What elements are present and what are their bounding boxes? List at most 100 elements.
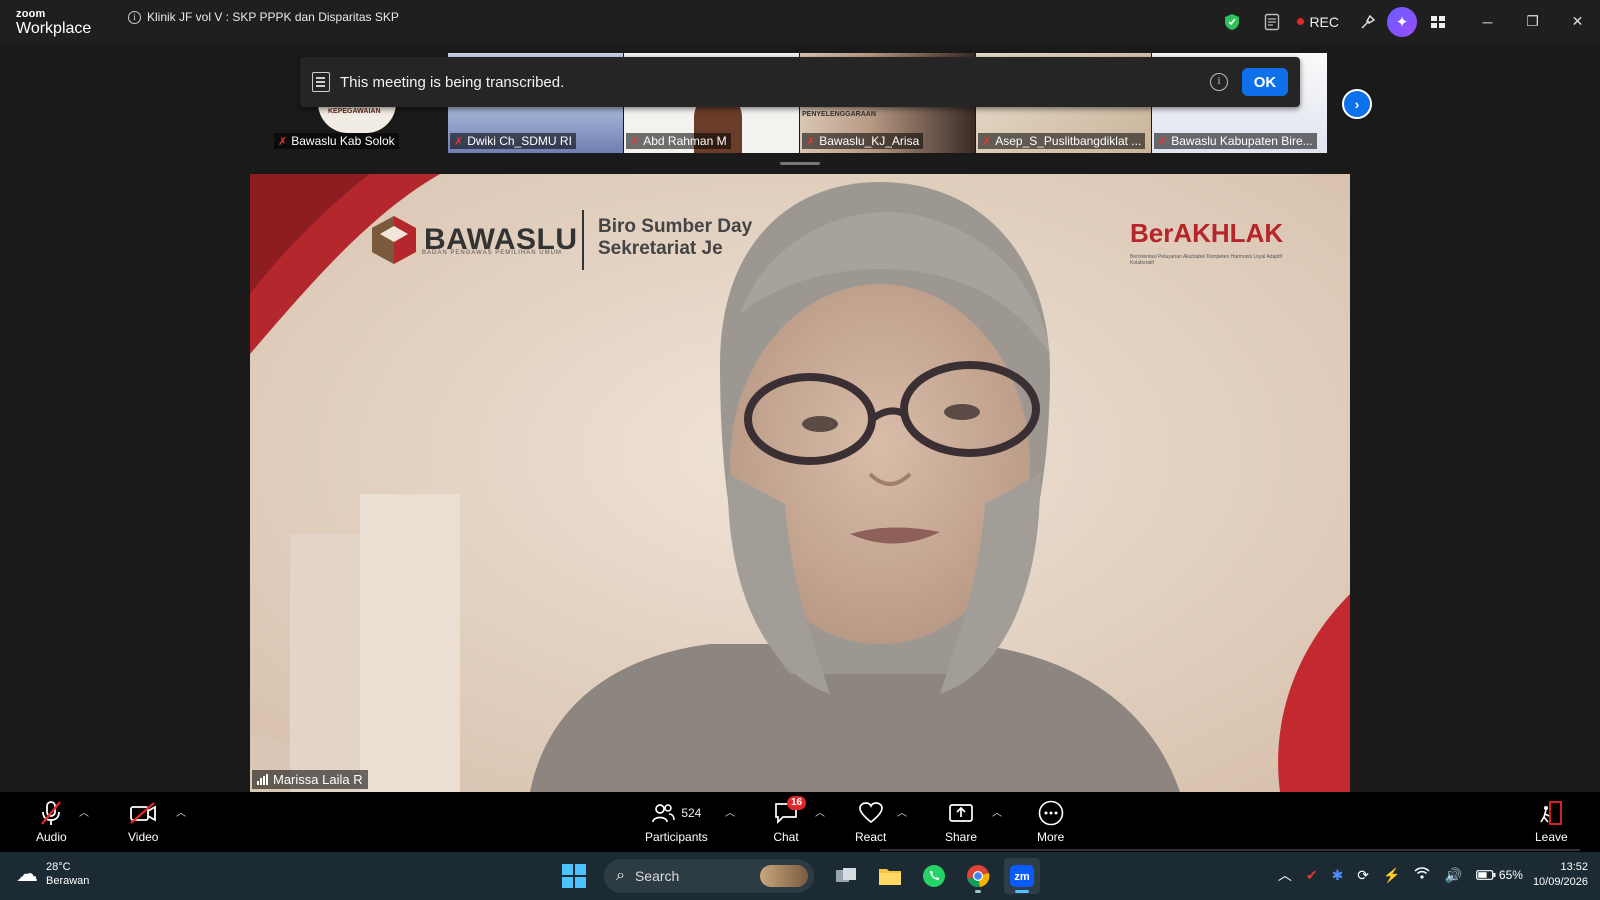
mic-muted-icon: ✗	[630, 135, 640, 148]
gallery-next-button[interactable]: ›	[1342, 89, 1372, 119]
chat-icon: 16	[773, 796, 807, 826]
apps-icon[interactable]	[1427, 11, 1449, 33]
antivirus-icon[interactable]: ✔	[1306, 867, 1318, 884]
slide-brand-sub: BADAN PENGAWAS PEMILIHAN UMUM	[422, 250, 562, 256]
shield-icon[interactable]	[1221, 11, 1243, 33]
participant-name: Bawaslu Kab Solok	[291, 134, 395, 148]
taskbar-center: ⌕ Search zm	[562, 858, 1040, 894]
restore-icon[interactable]: ❐	[1510, 0, 1555, 43]
slide-biro-line: Biro Sumber Day	[598, 216, 753, 237]
audio-options-chevron-icon[interactable]: ︿	[79, 804, 89, 819]
participant-label: ✗ Bawaslu_KJ_Arisa	[802, 133, 924, 149]
participant-label: ✗ Bawaslu Kabupaten Bire...	[1154, 133, 1317, 149]
participant-label: ✗ Asep_S_Puslitbangdiklat ...	[978, 133, 1146, 149]
audio-label: Audio	[36, 830, 67, 844]
task-view-icon[interactable]	[828, 858, 864, 894]
clock-time: 13:52	[1560, 861, 1588, 873]
tile-text: PENYELENGGARAAN	[802, 111, 876, 118]
system-tray: ︿ ✔ ✱ ⟳ ⚡ 🔊 65% 13:52 10/09/2026	[1271, 860, 1588, 890]
video-label: Video	[128, 830, 159, 844]
recording-indicator[interactable]: REC	[1297, 14, 1339, 30]
slide-bawaslu-logo: BAWASLU	[370, 214, 578, 266]
ai-companion-icon[interactable]: ✦	[1387, 6, 1417, 37]
participants-options-chevron-icon[interactable]: ︿	[725, 804, 735, 819]
mic-muted-icon: ✗	[454, 135, 464, 148]
share-button[interactable]: Share	[945, 800, 977, 844]
speaker-label: Marissa Laila R	[252, 770, 368, 789]
participant-name: Dwiki Ch_SDMU RI	[467, 134, 572, 148]
share-options-chevron-icon[interactable]: ︿	[992, 804, 1002, 819]
meeting-info[interactable]: i Klinik JF vol V : SKP PPPK dan Dispari…	[128, 10, 399, 24]
clock[interactable]: 13:52 10/09/2026	[1533, 860, 1588, 890]
video-button[interactable]: Video	[128, 800, 158, 844]
chat-options-chevron-icon[interactable]: ︿	[815, 804, 825, 819]
title-bar-controls: REC ✦ ─ ❐ ✕	[1221, 0, 1600, 43]
chat-button[interactable]: 16 Chat	[773, 796, 807, 844]
main-speaker-video[interactable]: BAWASLU BADAN PENGAWAS PEMILIHAN UMUM Bi…	[250, 174, 1350, 792]
react-options-chevron-icon[interactable]: ︿	[897, 804, 907, 819]
minimize-icon[interactable]: ─	[1465, 0, 1510, 43]
logo-large: Workplace	[16, 20, 92, 37]
volume-icon[interactable]: 🔊	[1444, 867, 1461, 884]
wifi-icon[interactable]	[1414, 867, 1430, 883]
leave-icon	[1538, 800, 1564, 826]
leave-label: Leave	[1535, 830, 1568, 844]
participant-name: Abd Rahman M	[643, 134, 727, 148]
chat-label: Chat	[773, 830, 799, 844]
running-indicator	[975, 890, 981, 893]
logo-small: zoom	[16, 8, 46, 20]
share-screen-icon	[948, 800, 974, 826]
file-explorer-icon[interactable]	[872, 858, 908, 894]
participant-name: Bawaslu_KJ_Arisa	[819, 134, 920, 148]
participants-button[interactable]: 524 Participants	[645, 800, 708, 844]
slide-divider	[582, 210, 584, 270]
battery-icon[interactable]	[1476, 867, 1496, 883]
react-button[interactable]: React	[855, 800, 886, 844]
audio-button[interactable]: Audio	[36, 800, 67, 844]
info-icon[interactable]: i	[128, 10, 141, 24]
whatsapp-icon[interactable]	[916, 858, 952, 894]
mic-muted-icon: ✗	[806, 135, 816, 148]
bluetooth-icon[interactable]: ✱	[1332, 867, 1344, 884]
more-button[interactable]: More	[1037, 800, 1064, 844]
windows-start-icon[interactable]	[562, 864, 586, 888]
chevron-up-icon[interactable]: ︿	[1278, 865, 1292, 885]
signal-icon	[257, 774, 268, 785]
brush-icon[interactable]	[1357, 11, 1379, 33]
slide-biro-line: Sekretariat Je	[598, 238, 723, 259]
slide-biro: Biro Sumber Day Sekretariat Je	[598, 216, 752, 260]
notes-icon[interactable]	[1261, 11, 1283, 33]
weather-widget[interactable]: ☁ 28°C Berawan	[16, 860, 89, 888]
search-highlight-image	[760, 865, 808, 887]
running-indicator	[1015, 890, 1029, 893]
video-options-chevron-icon[interactable]: ︿	[176, 804, 186, 819]
search-icon: ⌕	[616, 867, 625, 884]
slide-berakhlak: BerAKHLAK	[1130, 218, 1284, 248]
react-label: React	[855, 830, 887, 844]
vpn-icon[interactable]: ⚡	[1383, 867, 1400, 884]
bawaslu-emblem-icon	[370, 214, 418, 266]
rec-label: REC	[1309, 13, 1339, 30]
ok-button[interactable]: OK	[1242, 68, 1288, 96]
strip-resize-handle[interactable]	[780, 162, 820, 165]
mic-muted-icon: ✗	[1158, 135, 1168, 148]
close-icon[interactable]: ✕	[1555, 0, 1600, 43]
battery-percent: 65%	[1498, 868, 1523, 882]
weather-desc: Berawan	[46, 875, 90, 887]
taskbar-search[interactable]: ⌕ Search	[604, 859, 814, 893]
participant-label: ✗ Dwiki Ch_SDMU RI	[450, 133, 576, 149]
participant-name: Asep_S_Puslitbangdiklat ...	[995, 134, 1142, 148]
sync-icon[interactable]: ⟳	[1357, 867, 1369, 884]
zoom-app-icon[interactable]: zm	[1004, 858, 1040, 894]
toolbar-divider	[880, 849, 1580, 851]
transcription-banner: This meeting is being transcribed. i OK	[300, 57, 1300, 107]
transcript-icon	[312, 72, 330, 92]
more-icon	[1038, 800, 1064, 826]
title-bar: zoom Workplace i Klinik JF vol V : SKP P…	[0, 0, 1600, 43]
info-icon[interactable]: i	[1210, 73, 1228, 91]
speaker-name: Marissa Laila R	[273, 772, 363, 787]
chrome-icon[interactable]	[960, 858, 996, 894]
leave-button[interactable]: Leave	[1535, 800, 1568, 844]
tile-text: KEPEGAWAIAN	[328, 108, 381, 115]
share-label: Share	[945, 830, 978, 844]
